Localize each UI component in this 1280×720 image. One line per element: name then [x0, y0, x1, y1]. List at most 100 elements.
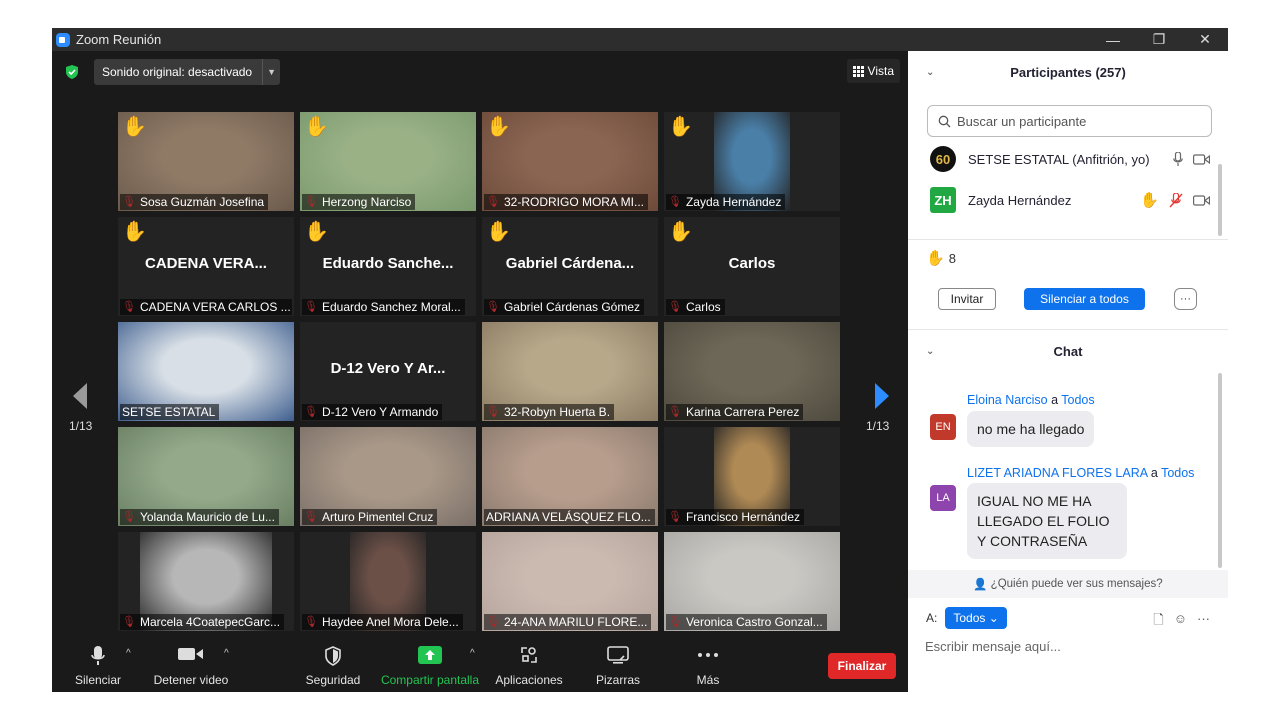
video-tile[interactable]: Carlos ✋ 🎙 Carlos	[664, 217, 840, 316]
raised-hand-icon: ✋	[668, 116, 693, 138]
participant-name: Zayda Hernández	[968, 192, 1072, 208]
raised-hand-icon: ✋	[122, 221, 147, 243]
next-page-arrow-icon[interactable]	[872, 381, 892, 411]
mute-all-button[interactable]: Silenciar a todos	[1024, 288, 1145, 310]
microphone-icon[interactable]	[1173, 151, 1183, 167]
whiteboards-label: Pizarras	[595, 673, 640, 687]
meeting-toolbar: Silenciar ^ Detener video ^ Seguridad Co…	[52, 638, 908, 692]
previous-page-arrow-icon[interactable]	[70, 381, 90, 411]
view-button[interactable]: Vista	[846, 59, 900, 83]
video-tile[interactable]: ✋ 🎙 Herzong Narciso	[300, 112, 476, 211]
video-tile[interactable]: 🎙 Karina Carrera Perez	[664, 322, 840, 421]
participant-row[interactable]: ZH Zayda Hernández ✋	[908, 185, 1220, 215]
video-tile[interactable]: Gabriel Cárdena... ✋ 🎙 Gabriel Cárdenas Góm…	[482, 217, 658, 316]
video-tile[interactable]: 🎙 Haydee Anel Mora Dele...	[300, 532, 476, 631]
video-tile[interactable]: 🎙 Yolanda Mauricio de Lu...	[118, 427, 294, 526]
participant-name-label: 🎙 Eduardo Sanchez Moral...	[302, 299, 465, 315]
video-tile[interactable]: ADRIANA VELÁSQUEZ FLO...	[482, 427, 658, 526]
video-camera-icon[interactable]	[1193, 194, 1210, 206]
video-tile[interactable]: Eduardo Sanche... ✋ 🎙 Eduardo Sanchez Moral…	[300, 217, 476, 316]
minimize-button[interactable]: —	[1090, 28, 1136, 51]
participant-avatar: ZH	[930, 187, 956, 213]
chat-header: ⌄ Chat	[908, 330, 1228, 372]
participant-name: Francisco Hernández	[685, 510, 801, 524]
video-tile[interactable]: 🎙 Veronica Castro Gonzal...	[664, 532, 840, 631]
security-shield-icon	[325, 646, 341, 666]
security-label: Seguridad	[305, 673, 361, 687]
participant-name: Marcela 4CoatepecGarc...	[139, 615, 281, 629]
mute-label: Silenciar	[74, 673, 122, 687]
participants-scrollbar[interactable]	[1218, 164, 1222, 236]
video-tile[interactable]: 🎙 24-ANA MARILU FLORE...	[482, 532, 658, 631]
file-icon[interactable]: 🗋	[1153, 611, 1163, 633]
who-can-see-messages[interactable]: 👤 ¿Quién puede ver sus mensajes?	[908, 570, 1228, 598]
chat-scrollbar[interactable]	[1218, 373, 1222, 568]
stop-video-button[interactable]: Detener video	[150, 638, 232, 692]
participant-display-name: D-12 Vero Y Ar...	[330, 360, 446, 377]
collapse-chat-chevron-icon[interactable]: ⌄	[926, 346, 934, 357]
participant-name: Herzong Narciso	[321, 195, 412, 209]
video-tile[interactable]: D-12 Vero Y Ar... 🎙 D-12 Vero Y Armando	[300, 322, 476, 421]
people-icon: 👤	[973, 579, 988, 591]
video-tile[interactable]: ✋ 🎙 Sosa Guzmán Josefina	[118, 112, 294, 211]
share-screen-button[interactable]: Compartir pantalla	[378, 638, 482, 692]
original-sound-button[interactable]: Sonido original: desactivado ▼	[94, 59, 281, 85]
emoji-icon[interactable]: ☺	[1174, 611, 1187, 633]
muted-microphone-icon: 🎙	[668, 616, 682, 628]
video-tile[interactable]: 🎙 Arturo Pimentel Cruz	[300, 427, 476, 526]
recipient-dropdown[interactable]: Todos ⌄	[945, 607, 1007, 629]
participant-name-label: 🎙 CADENA VERA CARLOS ...	[120, 299, 292, 315]
video-tile[interactable]: SETSE ESTATAL	[118, 322, 294, 421]
video-tile[interactable]: ✋ 🎙 32-RODRIGO MORA MI...	[482, 112, 658, 211]
mute-button[interactable]: Silenciar	[70, 638, 126, 692]
video-tile[interactable]: 🎙 Francisco Hernández	[664, 427, 840, 526]
more-dots-icon[interactable]: ···	[1197, 611, 1210, 633]
message-recipient[interactable]: Todos	[1161, 466, 1194, 480]
apps-button[interactable]: Aplicaciones	[492, 638, 566, 692]
video-tile[interactable]: 🎙 Marcela 4CoatepecGarc...	[118, 532, 294, 631]
muted-microphone-icon: 🎙	[122, 616, 136, 628]
invite-button[interactable]: Invitar	[938, 288, 996, 310]
share-options-caret-icon[interactable]: ^	[470, 648, 475, 659]
message-recipient[interactable]: Todos	[1061, 393, 1094, 407]
participants-more-button[interactable]: ···	[1174, 288, 1197, 310]
audio-options-caret-icon[interactable]: ^	[126, 648, 131, 659]
video-tile[interactable]: 🎙 32-Robyn Huerta B.	[482, 322, 658, 421]
encryption-shield-icon[interactable]	[64, 64, 80, 80]
participant-name: SETSE ESTATAL	[122, 405, 216, 419]
close-button[interactable]: ✕	[1182, 28, 1228, 51]
muted-microphone-icon[interactable]	[1169, 192, 1183, 208]
end-meeting-button[interactable]: Finalizar	[828, 653, 896, 679]
participant-name: Yolanda Mauricio de Lu...	[139, 510, 275, 524]
restore-button[interactable]: ❐	[1136, 28, 1182, 51]
message-bubble: no me ha llegado	[967, 411, 1095, 447]
participant-row[interactable]: 60 SETSE ESTATAL (Anfitrión, yo)	[908, 144, 1220, 174]
recipient-row: A: Todos ⌄	[926, 607, 1007, 629]
participant-search-input[interactable]: Buscar un participante	[927, 105, 1212, 137]
participant-name-label: 🎙 Arturo Pimentel Cruz	[302, 509, 438, 525]
apps-label: Aplicaciones	[495, 673, 563, 687]
muted-microphone-icon: 🎙	[486, 301, 500, 313]
whiteboards-button[interactable]: Pizarras	[592, 638, 644, 692]
raised-hand-icon: ✋	[122, 116, 147, 138]
message-sender[interactable]: LIZET ARIADNA FLORES LARA	[967, 466, 1147, 480]
share-screen-label: Compartir pantalla	[380, 673, 480, 687]
participant-name-label: 🎙 Veronica Castro Gonzal...	[666, 614, 827, 630]
more-button[interactable]: Más	[688, 638, 728, 692]
muted-microphone-icon: 🎙	[668, 301, 682, 313]
security-button[interactable]: Seguridad	[304, 638, 362, 692]
video-options-caret-icon[interactable]: ^	[224, 648, 229, 659]
muted-microphone-icon: 🎙	[122, 511, 136, 523]
participant-display-name: Carlos	[728, 255, 776, 272]
chat-title: Chat	[1053, 343, 1083, 359]
raised-hand-icon: ✋	[486, 116, 511, 138]
video-camera-icon[interactable]	[1193, 153, 1210, 165]
collapse-participants-chevron-icon[interactable]: ⌄	[926, 67, 934, 78]
sender-avatar: LA	[930, 485, 956, 511]
video-tile[interactable]: CADENA VERA... ✋ 🎙 CADENA VERA CARLOS ...	[118, 217, 294, 316]
message-sender[interactable]: Eloina Narciso	[967, 393, 1048, 407]
zoom-window: Zoom Reunión — ❐ ✕ Sonido original: desa…	[52, 28, 1228, 692]
video-tile[interactable]: ✋ 🎙 Zayda Hernández	[664, 112, 840, 211]
chat-message-input[interactable]: Escribir mensaje aquí...	[925, 639, 1061, 654]
chevron-down-icon[interactable]: ▼	[262, 59, 280, 85]
